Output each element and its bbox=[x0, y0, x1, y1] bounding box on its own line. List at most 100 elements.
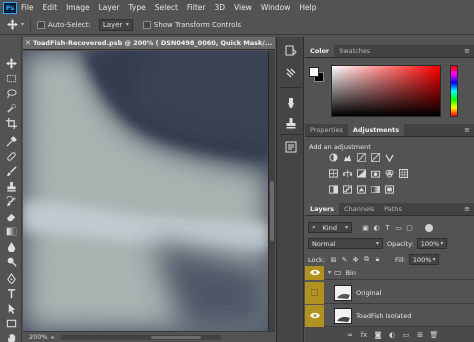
scrollbar-thumb[interactable] bbox=[150, 335, 201, 339]
menu-filter[interactable]: Filter bbox=[187, 3, 206, 12]
layer-style-icon[interactable]: fx bbox=[357, 329, 371, 340]
menu-layer[interactable]: Layer bbox=[99, 3, 120, 12]
menu-help[interactable]: Help bbox=[299, 3, 316, 12]
lock-transparent-icon[interactable]: ⊠ bbox=[328, 254, 339, 265]
gradient-tool-icon[interactable] bbox=[3, 224, 19, 238]
lock-pixels-icon[interactable]: ✎ bbox=[339, 254, 350, 265]
close-icon[interactable]: ✕ bbox=[23, 39, 33, 47]
menu-select[interactable]: Select bbox=[155, 3, 178, 12]
show-transform-checkbox[interactable] bbox=[142, 20, 151, 29]
link-layers-icon[interactable]: ∞ bbox=[343, 329, 357, 340]
gradient-map-icon[interactable] bbox=[369, 184, 382, 195]
brush-presets-panel-icon[interactable] bbox=[283, 95, 299, 111]
blur-tool-icon[interactable] bbox=[3, 239, 19, 253]
crop-tool-icon[interactable] bbox=[3, 116, 19, 130]
eraser-tool-icon[interactable] bbox=[3, 209, 19, 223]
color-lookup-icon[interactable] bbox=[397, 168, 410, 179]
menu-image[interactable]: Image bbox=[66, 3, 90, 12]
foreground-color-swatch[interactable] bbox=[309, 67, 319, 77]
visibility-eye-icon[interactable] bbox=[305, 265, 324, 280]
black-white-icon[interactable] bbox=[355, 168, 368, 179]
layer-toadfish-isolated[interactable]: ToadFish Isolated bbox=[305, 304, 474, 327]
layer-original[interactable]: Original bbox=[305, 281, 474, 304]
document-canvas[interactable] bbox=[23, 51, 268, 331]
history-panel-icon[interactable] bbox=[283, 43, 299, 59]
marquee-tool-icon[interactable] bbox=[3, 71, 19, 85]
document-tab[interactable]: ✕ ToadFish-Recovered.psb @ 200% ( DSN049… bbox=[23, 37, 275, 50]
tab-swatches[interactable]: Swatches bbox=[334, 45, 375, 57]
history-brush-tool-icon[interactable] bbox=[3, 194, 19, 208]
canvas-area[interactable] bbox=[23, 51, 275, 331]
tab-channels[interactable]: Channels bbox=[339, 203, 379, 215]
delete-layer-icon[interactable]: 🗑︎ bbox=[427, 329, 441, 340]
curves-icon[interactable] bbox=[355, 152, 368, 163]
adjustment-filter-icon[interactable]: ◐ bbox=[371, 222, 382, 233]
lock-artboard-icon[interactable]: ⧉ bbox=[361, 254, 372, 265]
brightness-contrast-icon[interactable] bbox=[327, 152, 340, 163]
shape-filter-icon[interactable]: ▭ bbox=[393, 222, 404, 233]
channel-mixer-icon[interactable] bbox=[383, 168, 396, 179]
filter-toggle-icon[interactable] bbox=[425, 223, 433, 232]
photo-filter-icon[interactable] bbox=[369, 168, 382, 179]
visibility-eye-icon[interactable] bbox=[305, 304, 324, 327]
layer-group-bin[interactable]: ▾ ▭ Bin bbox=[305, 265, 474, 280]
chevron-down-icon[interactable]: ▾ bbox=[21, 21, 24, 28]
quick-selection-tool-icon[interactable] bbox=[3, 101, 19, 115]
path-selection-tool-icon[interactable] bbox=[3, 301, 19, 315]
fill-field[interactable]: 100% ▾ bbox=[408, 254, 439, 265]
levels-icon[interactable] bbox=[341, 152, 354, 163]
add-mask-icon[interactable]: ◙ bbox=[371, 329, 385, 340]
move-tool-icon[interactable] bbox=[3, 56, 19, 70]
panel-menu-icon[interactable]: ≡ bbox=[464, 45, 470, 57]
rectangle-tool-icon[interactable] bbox=[3, 316, 19, 330]
vibrance-icon[interactable] bbox=[383, 152, 396, 163]
dodge-tool-icon[interactable] bbox=[3, 254, 19, 268]
type-tool-icon[interactable] bbox=[3, 286, 19, 300]
menu-3d[interactable]: 3D bbox=[214, 3, 225, 12]
status-menu-icon[interactable]: ▸ bbox=[52, 334, 55, 341]
scrollbar-thumb[interactable] bbox=[270, 181, 274, 241]
opacity-field[interactable]: 100% ▾ bbox=[416, 238, 447, 249]
vertical-scrollbar[interactable] bbox=[269, 51, 275, 331]
new-adjustment-layer-icon[interactable]: ◐ bbox=[385, 329, 399, 340]
exposure-icon[interactable] bbox=[369, 152, 382, 163]
new-layer-icon[interactable]: ⊞ bbox=[413, 329, 427, 340]
lock-position-icon[interactable]: ✥ bbox=[350, 254, 361, 265]
menu-file[interactable]: File bbox=[21, 3, 34, 12]
pixel-filter-icon[interactable]: ▣ bbox=[360, 222, 371, 233]
tab-adjustments[interactable]: Adjustments bbox=[347, 124, 405, 136]
brush-tool-icon[interactable] bbox=[3, 164, 19, 178]
filter-kind-dropdown[interactable]: ⌕ Kind ▾ bbox=[308, 222, 352, 233]
auto-select-checkbox[interactable] bbox=[37, 20, 46, 29]
type-filter-icon[interactable]: T bbox=[382, 222, 393, 233]
blend-mode-dropdown[interactable]: Normal ▾ bbox=[308, 238, 383, 249]
hand-tool-icon[interactable] bbox=[3, 331, 19, 342]
chevron-down-icon[interactable]: ▾ bbox=[328, 269, 331, 276]
hue-saturation-icon[interactable] bbox=[327, 168, 340, 179]
posterize-icon[interactable] bbox=[341, 184, 354, 195]
healing-brush-tool-icon[interactable] bbox=[3, 149, 19, 163]
eyedropper-tool-icon[interactable] bbox=[3, 134, 19, 148]
panel-menu-icon[interactable]: ≡ bbox=[464, 124, 470, 136]
menu-window[interactable]: Window bbox=[261, 3, 291, 12]
panel-menu-icon[interactable]: ≡ bbox=[464, 203, 470, 215]
selective-color-icon[interactable] bbox=[383, 184, 396, 195]
auto-select-dropdown[interactable]: Layer ▾ bbox=[98, 18, 133, 31]
pen-tool-icon[interactable] bbox=[3, 271, 19, 285]
actions-panel-icon[interactable] bbox=[283, 65, 299, 81]
zoom-level[interactable]: 200% bbox=[29, 333, 48, 341]
lock-all-icon[interactable]: 🔒︎ bbox=[372, 254, 383, 265]
horizontal-scrollbar[interactable] bbox=[60, 334, 221, 340]
invert-icon[interactable] bbox=[327, 184, 340, 195]
tool-preset-picker[interactable] bbox=[4, 18, 20, 32]
menu-view[interactable]: View bbox=[234, 3, 252, 12]
properties-panel-icon[interactable] bbox=[283, 139, 299, 155]
threshold-icon[interactable] bbox=[355, 184, 368, 195]
color-balance-icon[interactable] bbox=[341, 168, 354, 179]
lasso-tool-icon[interactable] bbox=[3, 86, 19, 100]
smart-object-filter-icon[interactable]: ▢ bbox=[404, 222, 415, 233]
menu-type[interactable]: Type bbox=[129, 3, 146, 12]
tab-paths[interactable]: Paths bbox=[379, 203, 407, 215]
tab-color[interactable]: Color bbox=[305, 45, 335, 57]
menu-edit[interactable]: Edit bbox=[43, 3, 58, 12]
